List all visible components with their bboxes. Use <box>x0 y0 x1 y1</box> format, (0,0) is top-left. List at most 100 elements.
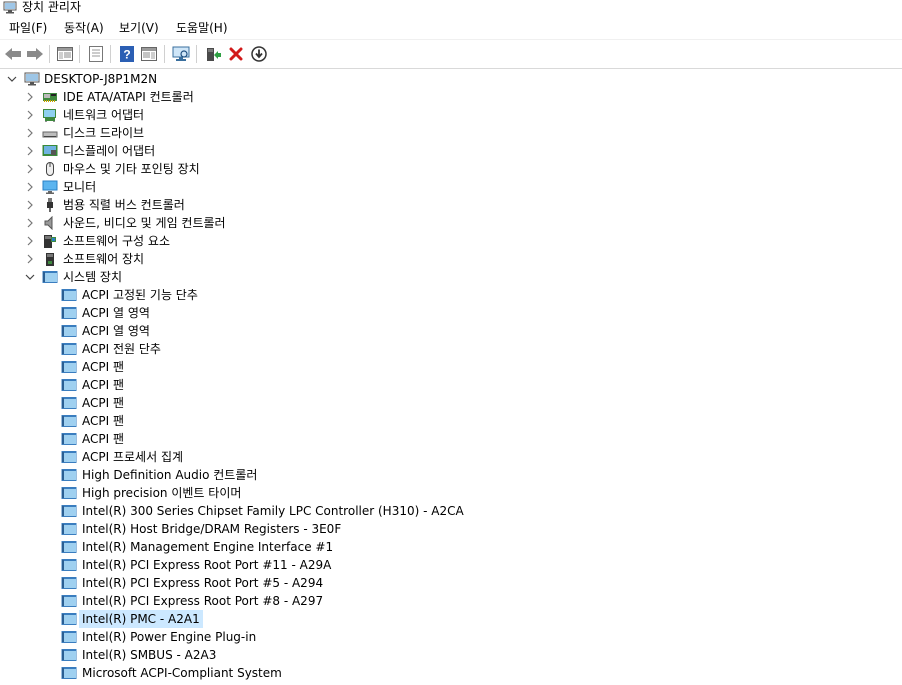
update-driver-icon[interactable] <box>203 44 223 64</box>
system-device-icon <box>61 379 77 391</box>
forward-icon[interactable] <box>25 44 45 64</box>
properties-icon[interactable] <box>86 44 106 64</box>
chevron-right-icon[interactable] <box>25 178 35 196</box>
ide-controller-icon <box>43 93 57 102</box>
tree-category-label: IDE ATA/ATAPI 컨트롤러 <box>63 90 194 104</box>
device-item-label: Intel(R) PCI Express Root Port #11 - A29… <box>82 558 332 572</box>
device-item[interactable]: ACPI 팬 <box>0 358 902 376</box>
tree-category[interactable]: 소프트웨어 장치 <box>0 250 902 268</box>
action-pane-icon[interactable] <box>139 44 159 64</box>
tree-category-label: 사운드, 비디오 및 게임 컨트롤러 <box>63 216 226 230</box>
tree-category[interactable]: IDE ATA/ATAPI 컨트롤러 <box>0 88 902 106</box>
device-item[interactable]: Intel(R) PCI Express Root Port #5 - A294 <box>0 574 902 592</box>
system-device-icon <box>61 415 77 427</box>
device-item[interactable]: Intel(R) Power Engine Plug-in <box>0 628 902 646</box>
device-item[interactable]: ACPI 팬 <box>0 430 902 448</box>
tree-category[interactable]: 사운드, 비디오 및 게임 컨트롤러 <box>0 214 902 232</box>
usb-icon <box>47 198 53 212</box>
device-item-label: Intel(R) PCI Express Root Port #5 - A294 <box>82 576 324 590</box>
toolbar-separator <box>196 45 197 63</box>
device-item[interactable]: ACPI 팬 <box>0 412 902 430</box>
back-icon[interactable] <box>3 44 23 64</box>
software-component-icon <box>44 235 56 248</box>
menu-view[interactable]: 보기(V) <box>119 20 159 36</box>
disable-device-icon[interactable] <box>249 44 269 64</box>
device-item[interactable]: ACPI 고정된 기능 단추 <box>0 286 902 304</box>
device-tree[interactable]: DESKTOP-J8P1M2N IDE ATA/ATAPI 컨트롤러 네트워크 … <box>0 69 902 685</box>
sound-icon <box>44 216 53 230</box>
device-item[interactable]: Intel(R) 300 Series Chipset Family LPC C… <box>0 502 902 520</box>
tree-category-expanded[interactable]: 시스템 장치 <box>0 268 902 286</box>
device-item[interactable]: High Definition Audio 컨트롤러 <box>0 466 902 484</box>
system-device-icon <box>61 667 77 679</box>
window-title: 장치 관리자 <box>22 0 82 14</box>
device-item[interactable]: ACPI 팬 <box>0 394 902 412</box>
tree-category[interactable]: 디스플레이 어댑터 <box>0 142 902 160</box>
device-item[interactable]: Intel(R) PCI Express Root Port #11 - A29… <box>0 556 902 574</box>
tree-category[interactable]: 소프트웨어 구성 요소 <box>0 232 902 250</box>
tree-category-label: 범용 직렬 버스 컨트롤러 <box>63 198 185 212</box>
menu-action[interactable]: 동작(A) <box>64 20 104 36</box>
tree-category-label: 소프트웨어 구성 요소 <box>63 234 170 248</box>
tree-category-label: 마우스 및 기타 포인팅 장치 <box>63 162 200 176</box>
device-item[interactable]: ACPI 전원 단추 <box>0 340 902 358</box>
toolbar-separator <box>49 45 50 63</box>
chevron-down-icon[interactable] <box>7 70 17 88</box>
chevron-right-icon[interactable] <box>25 250 35 268</box>
tree-category[interactable]: 마우스 및 기타 포인팅 장치 <box>0 160 902 178</box>
tree-category[interactable]: 모니터 <box>0 178 902 196</box>
system-device-icon <box>61 505 77 517</box>
tree-root[interactable]: DESKTOP-J8P1M2N <box>0 70 902 88</box>
device-item-label: Intel(R) 300 Series Chipset Family LPC C… <box>82 504 464 518</box>
device-item[interactable]: High precision 이벤트 타이머 <box>0 484 902 502</box>
system-device-icon <box>61 613 77 625</box>
chevron-right-icon[interactable] <box>25 160 35 178</box>
system-device-icon <box>61 361 77 373</box>
device-item-label: High Definition Audio 컨트롤러 <box>82 468 258 482</box>
chevron-right-icon[interactable] <box>25 214 35 232</box>
system-device-icon <box>61 343 77 355</box>
menu-help[interactable]: 도움말(H) <box>176 20 228 36</box>
system-device-icon <box>61 649 77 661</box>
device-item-label: Intel(R) SMBUS - A2A3 <box>82 648 217 662</box>
tree-category[interactable]: 네트워크 어댑터 <box>0 106 902 124</box>
tree-category-label: 네트워크 어댑터 <box>63 108 145 122</box>
chevron-right-icon[interactable] <box>25 124 35 142</box>
tree-category[interactable]: 범용 직렬 버스 컨트롤러 <box>0 196 902 214</box>
device-item[interactable]: Intel(R) Management Engine Interface #1 <box>0 538 902 556</box>
device-item[interactable]: ACPI 열 영역 <box>0 322 902 340</box>
device-item[interactable]: ACPI 열 영역 <box>0 304 902 322</box>
chevron-right-icon[interactable] <box>25 88 35 106</box>
system-device-icon <box>61 289 77 301</box>
chevron-right-icon[interactable] <box>25 232 35 250</box>
device-item-label: ACPI 열 영역 <box>82 306 150 320</box>
device-item[interactable]: ACPI 프로세서 집계 <box>0 448 902 466</box>
device-item-label: ACPI 고정된 기능 단추 <box>82 288 198 302</box>
device-item[interactable]: ACPI 팬 <box>0 376 902 394</box>
help-icon[interactable]: ? <box>117 44 137 64</box>
system-device-icon <box>61 307 77 319</box>
device-item-label: Intel(R) Management Engine Interface #1 <box>82 540 334 554</box>
device-item[interactable]: Intel(R) Host Bridge/DRAM Registers - 3E… <box>0 520 902 538</box>
system-device-icon <box>61 433 77 445</box>
chevron-right-icon[interactable] <box>25 196 35 214</box>
system-device-icon <box>61 523 77 535</box>
chevron-down-icon[interactable] <box>25 268 35 286</box>
computer-icon <box>24 72 40 86</box>
scan-hardware-changes-icon[interactable] <box>171 44 191 64</box>
system-device-icon <box>61 451 77 463</box>
menu-file[interactable]: 파일(F) <box>9 20 47 36</box>
system-device-icon <box>61 595 77 607</box>
chevron-right-icon[interactable] <box>25 106 35 124</box>
device-item[interactable]: Microsoft ACPI-Compliant System <box>0 664 902 682</box>
tree-category-label: 디스플레이 어댑터 <box>63 144 156 158</box>
system-device-icon <box>61 325 77 337</box>
device-item[interactable]: Intel(R) SMBUS - A2A3 <box>0 646 902 664</box>
device-item-label: Intel(R) Power Engine Plug-in <box>82 630 257 644</box>
chevron-right-icon[interactable] <box>25 142 35 160</box>
uninstall-device-icon[interactable] <box>226 44 246 64</box>
device-item[interactable]: Intel(R) PMC - A2A1 <box>0 610 902 628</box>
device-item[interactable]: Intel(R) PCI Express Root Port #8 - A297 <box>0 592 902 610</box>
tree-category[interactable]: 디스크 드라이브 <box>0 124 902 142</box>
show-hide-console-tree-icon[interactable] <box>55 44 75 64</box>
